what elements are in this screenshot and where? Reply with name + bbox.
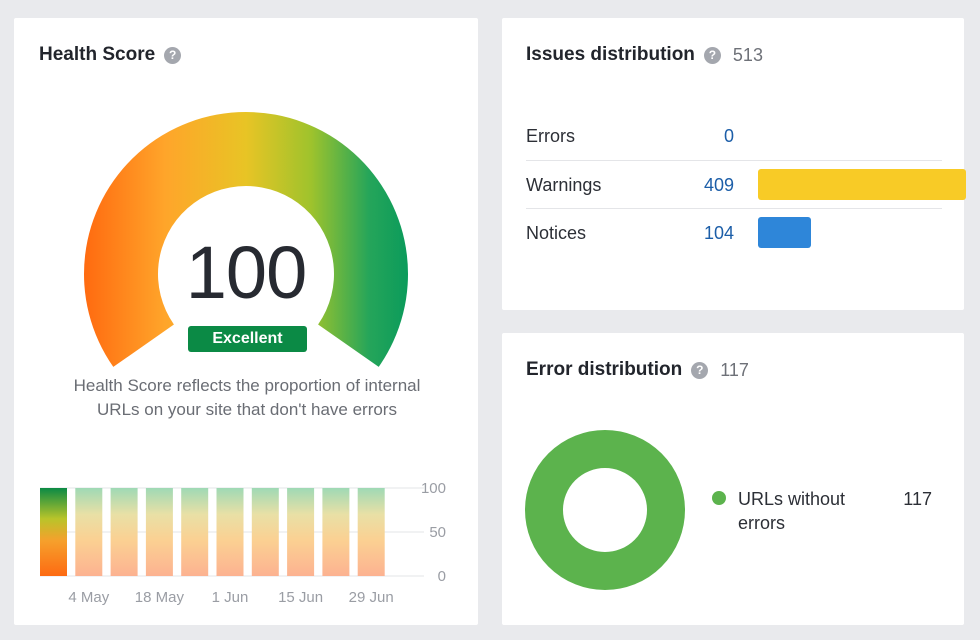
issues-title: Issues distribution — [526, 44, 695, 65]
issues-total: 513 — [732, 44, 763, 65]
issue-row-notices[interactable]: Notices 104 — [526, 208, 942, 256]
issue-row-warnings[interactable]: Warnings 409 — [526, 160, 966, 208]
issue-label: Notices — [526, 223, 587, 243]
history-bar[interactable] — [40, 488, 67, 576]
history-bar[interactable] — [216, 488, 244, 576]
question-circle-icon[interactable]: ? — [703, 46, 721, 64]
history-bar[interactable] — [181, 488, 209, 576]
y-tick-label: 50 — [429, 524, 446, 541]
issue-label: Warnings — [526, 175, 602, 195]
error-distribution-card: Error distribution ? 117 URLs without er… — [502, 333, 964, 625]
issue-row-errors[interactable]: Errors 0 — [526, 112, 942, 160]
x-tick-label: 29 Jun — [349, 589, 394, 606]
history-bar[interactable] — [145, 488, 173, 576]
issue-bar-notices — [758, 217, 811, 248]
issue-count[interactable]: 0 — [646, 126, 734, 147]
issues-title-row: Issues distribution ? 513 — [526, 44, 763, 66]
error-distribution-donut[interactable] — [524, 429, 686, 591]
history-bar[interactable] — [322, 488, 350, 576]
legend-label[interactable]: URLs without errors — [738, 487, 878, 535]
x-tick-label: 18 May — [135, 589, 185, 606]
issue-count[interactable]: 104 — [646, 223, 734, 244]
x-tick-label: 4 May — [68, 589, 109, 606]
x-tick-label: 1 Jun — [212, 589, 249, 606]
donut-segment-urls-without-errors[interactable] — [525, 430, 685, 590]
issue-label: Errors — [526, 126, 575, 146]
health-score-card: Health Score ? 100 Excellent Health Scor… — [14, 18, 478, 625]
question-circle-icon[interactable]: ? — [691, 361, 709, 379]
issue-count[interactable]: 409 — [646, 175, 734, 196]
history-bar[interactable] — [357, 488, 385, 576]
history-bar[interactable] — [75, 488, 103, 576]
error-distribution-title-row: Error distribution ? 117 — [526, 359, 749, 381]
legend-dot — [712, 491, 726, 505]
legend-value[interactable]: 117 — [903, 487, 932, 511]
error-distribution-title: Error distribution — [526, 359, 683, 380]
y-tick-label: 100 — [421, 480, 446, 497]
history-bar[interactable] — [110, 488, 138, 576]
issue-bar-warnings — [758, 169, 966, 200]
health-history-chart: 0 50 100 4 May 18 May 1 Jun 15 Jun 29 Jun — [40, 480, 446, 606]
x-tick-label: 15 Jun — [278, 589, 323, 606]
issues-distribution-card: Issues distribution ? 513 Errors 0 Warni… — [502, 18, 966, 310]
history-bar[interactable] — [251, 488, 279, 576]
error-distribution-total: 117 — [720, 359, 749, 380]
history-bar[interactable] — [287, 488, 315, 576]
y-tick-label: 0 — [438, 568, 446, 585]
